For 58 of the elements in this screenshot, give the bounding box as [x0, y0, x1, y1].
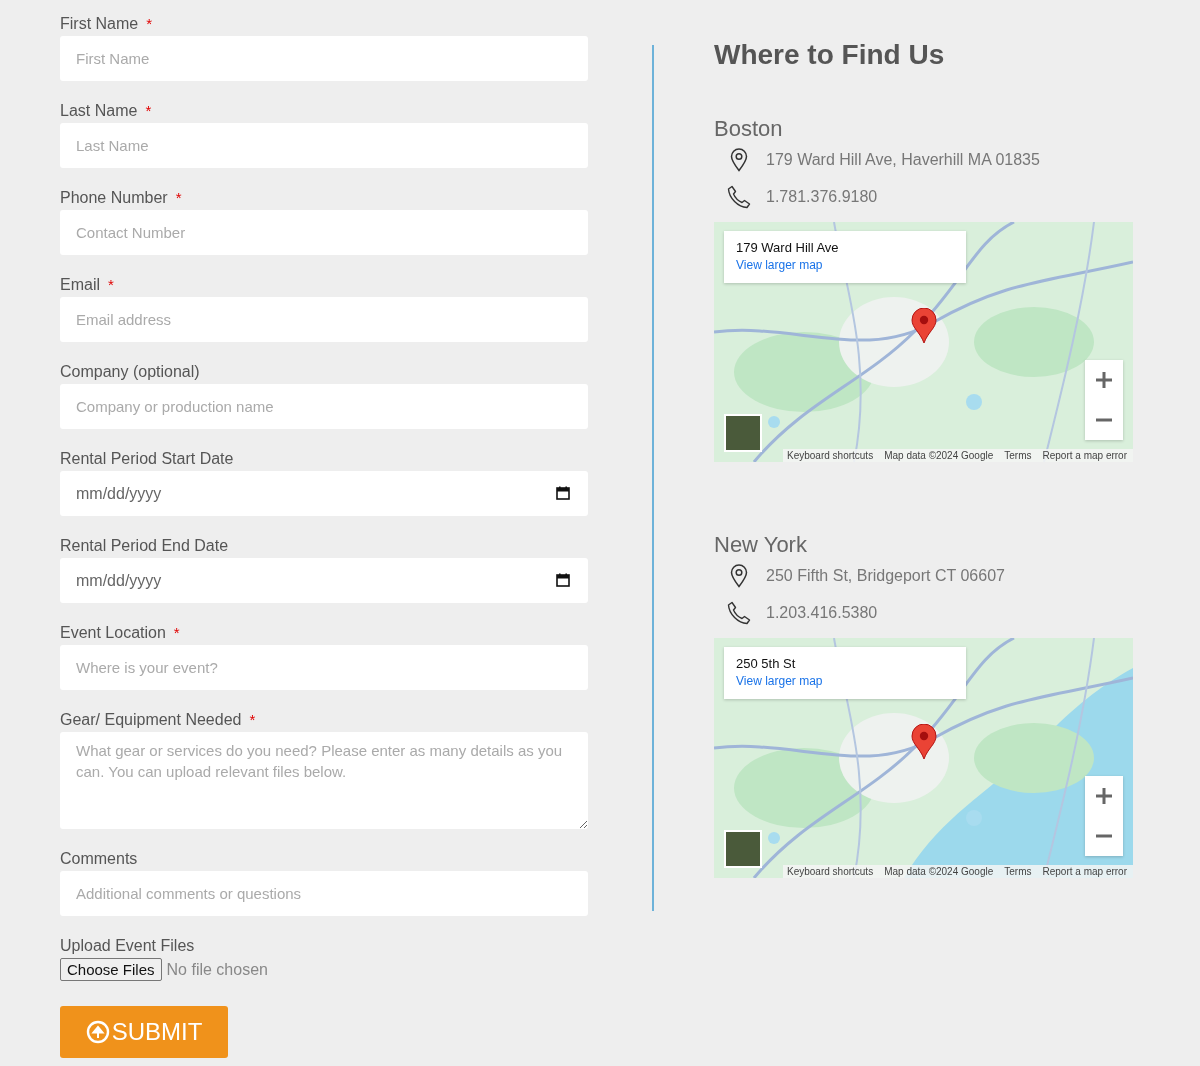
required-mark: *: [146, 15, 153, 33]
map-footer-link[interactable]: Terms: [1004, 450, 1032, 461]
map-place-title: 250 5th St: [736, 656, 797, 671]
map-place-title: 179 Ward Hill Ave: [736, 240, 840, 255]
view-larger-map-link[interactable]: View larger map: [736, 674, 823, 688]
field-label: Event Location: [60, 624, 166, 642]
address-text: 179 Ward Hill Ave, Haverhill MA 01835: [766, 151, 1040, 169]
city-name: New York: [714, 532, 808, 558]
field-label: First Name: [60, 15, 139, 33]
input-field[interactable]: First Name: [60, 36, 588, 81]
input-field[interactable]: Last Name: [60, 123, 588, 168]
field-label: Rental Period Start Date: [60, 450, 234, 468]
view-larger-map-link[interactable]: View larger map: [736, 258, 823, 272]
date-field[interactable]: mm/dd/yyyy: [60, 558, 588, 603]
phone-icon: [726, 600, 752, 626]
date-field[interactable]: mm/dd/yyyy: [60, 471, 588, 516]
calendar-icon[interactable]: [556, 573, 570, 587]
map-footer-link[interactable]: Report a map error: [1042, 450, 1127, 461]
city-name: Boston: [714, 116, 784, 142]
choose-files-button[interactable]: Choose Files: [60, 958, 162, 981]
map-footer-link[interactable]: Keyboard shortcuts: [787, 450, 874, 461]
field-label: Gear/ Equipment Needed: [60, 711, 242, 729]
field-label: Upload Event Files: [60, 937, 195, 955]
map-footer-link[interactable]: Map data ©2024 Google: [884, 866, 994, 877]
phone-number: 1.781.376.9180: [766, 188, 878, 206]
phone-icon: [726, 184, 752, 210]
map-footer-link[interactable]: Terms: [1004, 866, 1032, 877]
phone-number: 1.203.416.5380: [766, 604, 878, 622]
field-label: Rental Period End Date: [60, 537, 229, 555]
address-text: 250 Fifth St, Bridgeport CT 06607: [766, 567, 1005, 585]
required-mark: *: [108, 276, 114, 294]
map-footer-link[interactable]: Keyboard shortcuts: [787, 866, 874, 877]
field-label: Phone Number: [60, 189, 168, 207]
required-mark: *: [175, 189, 182, 207]
input-field[interactable]: Email address: [60, 297, 588, 342]
satellite-layer-button[interactable]: [724, 830, 762, 868]
text-area[interactable]: What gear or services do you need? Please enter as many details as you can. You can upload relevant files below.: [60, 732, 588, 829]
required-mark: *: [249, 711, 256, 729]
field-label: Comments: [60, 850, 138, 868]
input-field[interactable]: Company or production name: [60, 384, 588, 429]
required-mark: *: [173, 624, 180, 642]
satellite-layer-button[interactable]: [724, 414, 762, 452]
file-status: No file chosen: [166, 960, 268, 979]
zoom-in-icon[interactable]: [1095, 787, 1113, 805]
input-field[interactable]: Contact Number: [60, 210, 588, 255]
map-footer-link[interactable]: Map data ©2024 Google: [884, 450, 994, 461]
map-pin-icon: [911, 308, 937, 344]
zoom-in-icon[interactable]: [1095, 371, 1113, 389]
required-mark: *: [145, 102, 152, 120]
map-footer-link[interactable]: Report a map error: [1042, 866, 1127, 877]
input-field[interactable]: Additional comments or questions: [60, 871, 588, 916]
calendar-icon[interactable]: [556, 486, 570, 500]
field-label: Last Name: [60, 102, 138, 120]
section-title: Where to Find Us: [714, 39, 946, 71]
map-pin-icon: [911, 724, 937, 760]
field-label: Email: [60, 276, 100, 294]
input-field[interactable]: Where is your event?: [60, 645, 588, 690]
field-label: Company (optional): [60, 363, 200, 381]
